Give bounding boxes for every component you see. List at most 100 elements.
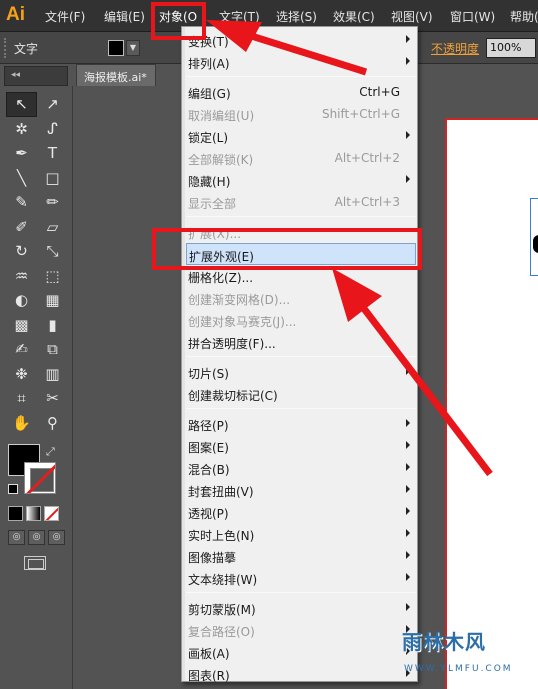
menu-item-label: 创建渐变网格(D)... bbox=[188, 293, 291, 307]
menu-item[interactable]: 实时上色(N) bbox=[186, 523, 416, 545]
opacity-input[interactable]: 100% bbox=[486, 38, 536, 58]
menu-item-label: 锁定(L) bbox=[188, 131, 229, 145]
color-mode-row bbox=[8, 506, 59, 521]
blob-brush-icon[interactable]: ✐ bbox=[6, 215, 37, 240]
submenu-arrow-icon bbox=[406, 485, 410, 493]
zoom-icon[interactable]: ⚲ bbox=[37, 411, 68, 436]
chevron-down-icon[interactable]: ▼ bbox=[126, 40, 140, 56]
direct-selection-icon[interactable]: ↗ bbox=[37, 92, 68, 117]
menu-item[interactable]: 混合(B) bbox=[186, 457, 416, 479]
magic-wand-icon[interactable]: ✲ bbox=[6, 117, 37, 142]
eyedropper-icon[interactable]: ✍ bbox=[6, 337, 37, 362]
draw-mode-row: ◎ ◎ ◎ bbox=[8, 530, 65, 545]
menu-separator bbox=[186, 216, 416, 217]
submenu-arrow-icon bbox=[406, 175, 410, 183]
menubar-item[interactable]: 选择(S) bbox=[276, 8, 317, 25]
menu-item[interactable]: 路径(P) bbox=[186, 413, 416, 435]
submenu-arrow-icon bbox=[406, 463, 410, 471]
pen-icon[interactable]: ✒ bbox=[6, 141, 37, 166]
artboard-icon[interactable]: ⌗ bbox=[6, 386, 37, 411]
menu-item-label: 隐藏(H) bbox=[188, 175, 231, 189]
draw-behind-icon[interactable]: ◎ bbox=[28, 530, 45, 545]
menu-separator bbox=[186, 76, 416, 77]
selection-icon[interactable]: ↖ bbox=[6, 92, 37, 117]
menu-item[interactable]: 封套扭曲(V) bbox=[186, 479, 416, 501]
menubar-item[interactable]: 视图(V) bbox=[391, 8, 433, 25]
default-fill-stroke-icon[interactable] bbox=[8, 484, 18, 494]
document-tab[interactable]: 海报模板.ai* bbox=[76, 64, 156, 86]
warp-icon[interactable]: ♒ bbox=[6, 264, 37, 289]
draw-normal-icon[interactable]: ◎ bbox=[8, 530, 25, 545]
submenu-arrow-icon bbox=[406, 529, 410, 537]
hand-icon[interactable]: ✋ bbox=[6, 411, 37, 436]
rectangle-icon[interactable]: □ bbox=[37, 166, 68, 191]
menu-item[interactable]: 隐藏(H) bbox=[186, 169, 416, 191]
menu-item[interactable]: 编组(G) Ctrl+G bbox=[186, 81, 416, 103]
menu-item-shortcut: Shift+Ctrl+G bbox=[321, 107, 400, 121]
tools-panel-header[interactable]: ◂◂ bbox=[4, 66, 68, 86]
fill-color-swatch[interactable] bbox=[108, 40, 124, 56]
symbol-sprayer-icon[interactable]: ❉ bbox=[6, 362, 37, 387]
menu-item[interactable]: 文本绕排(W) bbox=[186, 567, 416, 589]
collapse-icon[interactable]: ◂◂ bbox=[11, 70, 20, 80]
shape-builder-icon[interactable]: ◐ bbox=[6, 288, 37, 313]
swap-fill-stroke-icon[interactable]: ⤢ bbox=[46, 445, 55, 459]
stroke-box[interactable] bbox=[24, 462, 56, 494]
menu-item[interactable]: 创建裁切标记(C) bbox=[186, 383, 416, 405]
menu-item-label: 复合路径(O) bbox=[188, 625, 255, 639]
menu-item[interactable]: 变换(T) bbox=[186, 29, 416, 51]
menu-item[interactable]: 切片(S) bbox=[186, 361, 416, 383]
menu-item-label: 透视(P) bbox=[188, 507, 229, 521]
menu-item-label: 切片(S) bbox=[188, 367, 229, 381]
panel-grip-icon[interactable] bbox=[4, 38, 8, 58]
none-mode-button[interactable] bbox=[44, 506, 59, 521]
menu-item[interactable]: 图表(R) bbox=[186, 663, 416, 685]
mesh-icon[interactable]: ▩ bbox=[6, 313, 37, 338]
menu-item-label: 创建裁切标记(C) bbox=[188, 389, 278, 403]
paintbrush-icon[interactable]: ✎ bbox=[6, 190, 37, 215]
type-icon[interactable]: T bbox=[37, 141, 68, 166]
menu-item-label: 创建对象马赛克(J)... bbox=[188, 315, 297, 329]
pencil-icon[interactable]: ✏ bbox=[37, 190, 68, 215]
artboard[interactable] bbox=[445, 118, 538, 689]
perspective-grid-icon[interactable]: ▦ bbox=[37, 288, 68, 313]
gradient-mode-button[interactable] bbox=[26, 506, 41, 521]
rotate-icon[interactable]: ↻ bbox=[6, 239, 37, 264]
menubar-item[interactable]: 文件(F) bbox=[45, 8, 85, 25]
menu-item[interactable]: 剪切蒙版(M) bbox=[186, 597, 416, 619]
menu-item-label: 栅格化(Z)... bbox=[188, 271, 254, 285]
submenu-arrow-icon bbox=[406, 35, 410, 43]
menubar-item[interactable]: 文字(T) bbox=[219, 8, 260, 25]
gradient-icon[interactable]: ▮ bbox=[37, 313, 68, 338]
menu-item[interactable]: 图像描摹 bbox=[186, 545, 416, 567]
screen-mode-icon[interactable] bbox=[24, 556, 46, 570]
menu-separator bbox=[186, 592, 416, 593]
submenu-arrow-icon bbox=[406, 367, 410, 375]
menu-item[interactable]: 锁定(L) bbox=[186, 125, 416, 147]
eraser-icon[interactable]: ▱ bbox=[37, 215, 68, 240]
scale-icon[interactable]: ⤡ bbox=[37, 239, 68, 264]
menubar-item[interactable]: 帮助( bbox=[510, 8, 538, 25]
opacity-label[interactable]: 不透明度 bbox=[431, 40, 479, 57]
menubar-item[interactable]: 效果(C) bbox=[333, 8, 375, 25]
menu-item[interactable]: 画板(A) bbox=[186, 641, 416, 663]
draw-inside-icon[interactable]: ◎ bbox=[48, 530, 65, 545]
blend-icon[interactable]: ⧉ bbox=[37, 337, 68, 362]
column-graph-icon[interactable]: ▥ bbox=[37, 362, 68, 387]
menu-item[interactable]: 排列(A) bbox=[186, 51, 416, 73]
menubar-item[interactable]: 窗口(W) bbox=[450, 8, 495, 25]
submenu-arrow-icon bbox=[406, 603, 410, 611]
menu-item-label: 取消编组(U) bbox=[188, 109, 255, 123]
color-mode-button[interactable] bbox=[8, 506, 23, 521]
free-transform-icon[interactable]: ⬚ bbox=[37, 264, 68, 289]
line-icon[interactable]: ╲ bbox=[6, 166, 37, 191]
submenu-arrow-icon bbox=[406, 441, 410, 449]
lasso-icon[interactable]: ᔑ bbox=[37, 117, 68, 142]
menu-item[interactable]: 拼合透明度(F)... bbox=[186, 331, 416, 353]
menu-item-label: 图像描摹 bbox=[188, 551, 237, 565]
menubar-item[interactable]: 编辑(E) bbox=[104, 8, 145, 25]
menu-item[interactable]: 图案(E) bbox=[186, 435, 416, 457]
slice-icon[interactable]: ✂ bbox=[37, 386, 68, 411]
menu-item[interactable]: 透视(P) bbox=[186, 501, 416, 523]
menu-item: 复合路径(O) bbox=[186, 619, 416, 641]
